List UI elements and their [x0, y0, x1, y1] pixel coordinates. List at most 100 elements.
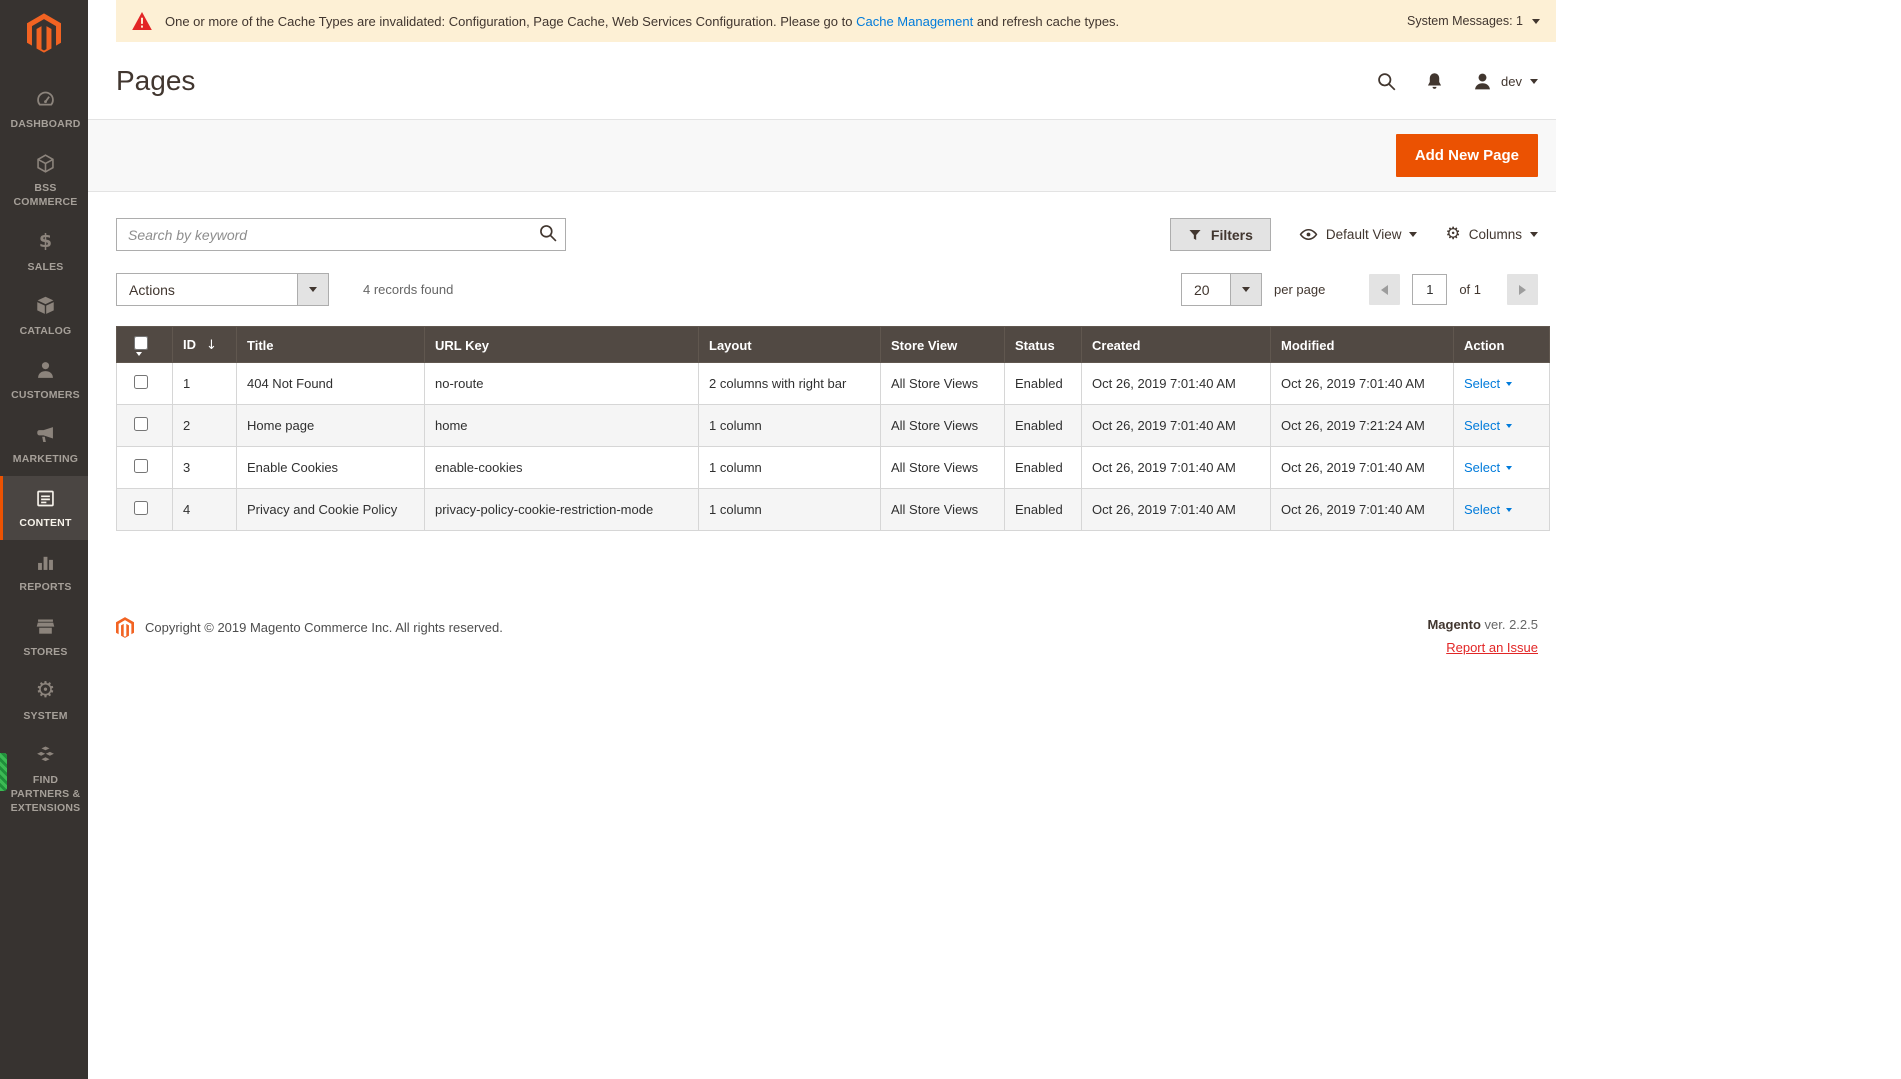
page-header: Pages dev — [88, 42, 1556, 119]
sidebar-item-bss-commerce[interactable]: BSS COMMERCE — [0, 141, 88, 219]
cell-title: Home page — [237, 405, 425, 447]
column-header-status[interactable]: Status — [1005, 327, 1082, 363]
row-checkbox[interactable] — [134, 375, 148, 389]
cell-status: Enabled — [1005, 489, 1082, 531]
sidebar-item-stores[interactable]: STORES — [0, 605, 88, 669]
row-checkbox[interactable] — [134, 501, 148, 515]
table-row[interactable]: 1 404 Not Found no-route 2 columns with … — [117, 363, 1550, 405]
table-body: 1 404 Not Found no-route 2 columns with … — [117, 363, 1550, 531]
default-view-dropdown[interactable]: Default View — [1299, 225, 1418, 244]
cache-management-link[interactable]: Cache Management — [856, 14, 973, 29]
sidebar-item-marketing[interactable]: MARKETING — [0, 412, 88, 476]
column-header-modified[interactable]: Modified — [1271, 327, 1454, 363]
sidebar-item-customers[interactable]: CUSTOMERS — [0, 348, 88, 412]
column-header-title[interactable]: Title — [237, 327, 425, 363]
main-content: One or more of the Cache Types are inval… — [88, 0, 1556, 1079]
cell-layout: 1 column — [699, 405, 881, 447]
sidebar-item-find-partners[interactable]: FIND PARTNERS & EXTENSIONS — [0, 733, 88, 826]
table-header-row: ID↓ Title URL Key Layout Store View Stat… — [117, 327, 1550, 363]
total-pages-label: of 1 — [1459, 282, 1481, 297]
system-gear-icon: ⚙ — [35, 680, 57, 702]
previous-page-button[interactable] — [1369, 274, 1400, 305]
column-header-store-view[interactable]: Store View — [881, 327, 1005, 363]
select-all-dropdown-icon[interactable] — [136, 352, 142, 356]
grid-toolbar-right: Filters Default View ⚙ Columns — [1170, 218, 1538, 251]
report-an-issue-link[interactable]: Report an Issue — [1446, 640, 1538, 655]
header-actions: dev — [1376, 71, 1538, 92]
sidebar-item-reports[interactable]: REPORTS — [0, 540, 88, 604]
row-checkbox[interactable] — [134, 459, 148, 473]
cell-layout: 2 columns with right bar — [699, 363, 881, 405]
dashboard-icon — [35, 88, 57, 110]
system-messages-toggle[interactable]: System Messages: 1 — [1407, 14, 1540, 28]
system-message-bar: One or more of the Cache Types are inval… — [116, 0, 1556, 42]
sales-dollar-icon: $ — [35, 231, 57, 253]
column-header-created[interactable]: Created — [1082, 327, 1271, 363]
cell-url-key: enable-cookies — [425, 447, 699, 489]
table-row[interactable]: 3 Enable Cookies enable-cookies 1 column… — [117, 447, 1550, 489]
chevron-down-icon — [1230, 274, 1261, 305]
table-row[interactable]: 2 Home page home 1 column All Store View… — [117, 405, 1550, 447]
sidebar-item-label: MARKETING — [13, 452, 78, 466]
column-header-layout[interactable]: Layout — [699, 327, 881, 363]
current-page-input[interactable] — [1412, 274, 1447, 305]
notifications-bell-icon[interactable] — [1424, 71, 1445, 92]
cell-modified: Oct 26, 2019 7:01:40 AM — [1271, 447, 1454, 489]
select-all-checkbox[interactable] — [134, 336, 148, 350]
table-row[interactable]: 4 Privacy and Cookie Policy privacy-poli… — [117, 489, 1550, 531]
sidebar-item-content[interactable]: CONTENT — [0, 476, 88, 540]
cell-created: Oct 26, 2019 7:01:40 AM — [1082, 489, 1271, 531]
browser-edge-artifact — [0, 753, 7, 791]
search-submit-button[interactable] — [537, 223, 559, 245]
filters-button[interactable]: Filters — [1170, 218, 1271, 251]
cell-modified: Oct 26, 2019 7:01:40 AM — [1271, 363, 1454, 405]
column-header-id[interactable]: ID↓ — [173, 327, 237, 363]
sidebar-item-dashboard[interactable]: DASHBOARD — [0, 77, 88, 141]
cell-created: Oct 26, 2019 7:01:40 AM — [1082, 405, 1271, 447]
cell-title: Privacy and Cookie Policy — [237, 489, 425, 531]
cell-store-view: All Store Views — [881, 363, 1005, 405]
grid-controls-row: Actions 4 records found 20 per page — [116, 273, 1538, 306]
search-input[interactable] — [116, 218, 566, 251]
magento-logo[interactable] — [0, 0, 88, 61]
cache-warning-text: One or more of the Cache Types are inval… — [165, 14, 1394, 29]
search-icon — [538, 223, 558, 243]
row-select-action[interactable]: Select — [1464, 502, 1512, 517]
copyright-text: Copyright © 2019 Magento Commerce Inc. A… — [145, 620, 503, 635]
per-page-dropdown[interactable]: 20 — [1181, 273, 1262, 306]
chevron-down-icon — [1506, 382, 1512, 386]
column-header-url-key[interactable]: URL Key — [425, 327, 699, 363]
footer-version-block: Magento ver. 2.2.5 Report an Issue — [1427, 617, 1538, 655]
row-select-action[interactable]: Select — [1464, 418, 1512, 433]
cell-created: Oct 26, 2019 7:01:40 AM — [1082, 363, 1271, 405]
column-header-action: Action — [1454, 327, 1550, 363]
cell-layout: 1 column — [699, 447, 881, 489]
columns-dropdown[interactable]: ⚙ Columns — [1445, 226, 1538, 243]
row-checkbox-cell — [117, 447, 173, 489]
sidebar-item-catalog[interactable]: CATALOG — [0, 284, 88, 348]
admin-footer: Copyright © 2019 Magento Commerce Inc. A… — [88, 617, 1556, 685]
global-search-icon[interactable] — [1376, 71, 1397, 92]
sidebar-item-sales[interactable]: $ SALES — [0, 220, 88, 284]
chevron-down-icon — [1530, 232, 1538, 237]
cell-id: 2 — [173, 405, 237, 447]
row-select-action[interactable]: Select — [1464, 460, 1512, 475]
chevron-left-icon — [1381, 285, 1388, 295]
sort-descending-icon: ↓ — [206, 338, 217, 353]
admin-username: dev — [1501, 74, 1522, 89]
sidebar-item-system[interactable]: ⚙ SYSTEM — [0, 669, 88, 733]
next-page-button[interactable] — [1507, 274, 1538, 305]
sidebar: DASHBOARD BSS COMMERCE $ SALES CATALOG — [0, 0, 88, 1079]
add-new-page-button[interactable]: Add New Page — [1396, 134, 1538, 177]
per-page-label: per page — [1274, 282, 1325, 297]
mass-actions-dropdown[interactable]: Actions — [116, 273, 329, 306]
sidebar-item-label: BSS COMMERCE — [5, 181, 86, 209]
row-checkbox[interactable] — [134, 417, 148, 431]
cell-store-view: All Store Views — [881, 489, 1005, 531]
cell-status: Enabled — [1005, 363, 1082, 405]
sidebar-item-label: FIND PARTNERS & EXTENSIONS — [5, 773, 86, 816]
row-select-action[interactable]: Select — [1464, 376, 1512, 391]
cell-action: Select — [1454, 489, 1550, 531]
select-all-header — [117, 327, 173, 363]
admin-user-menu[interactable]: dev — [1472, 71, 1538, 92]
